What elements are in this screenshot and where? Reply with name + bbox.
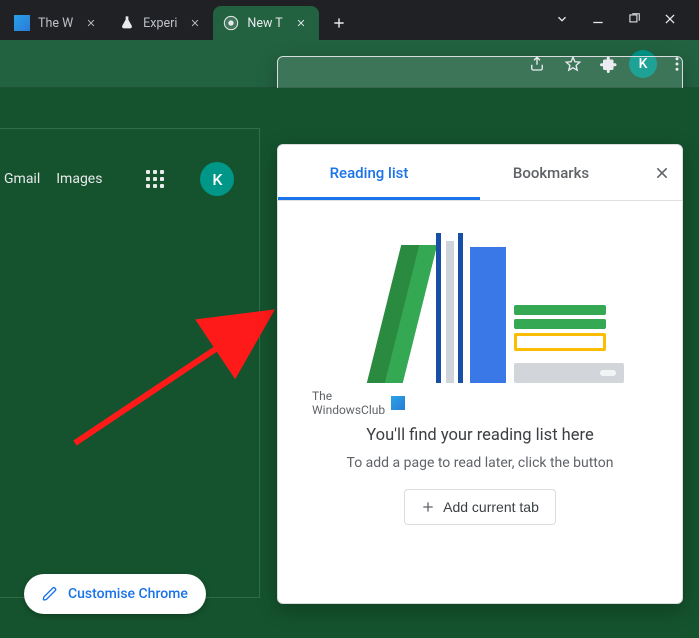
tab-underline — [278, 197, 480, 200]
customise-label: Customise Chrome — [68, 586, 188, 602]
close-icon[interactable] — [83, 15, 99, 31]
reading-list-illustration — [350, 223, 610, 383]
watermark-line2: WindowsClub — [312, 403, 385, 417]
gmail-link[interactable]: Gmail — [0, 167, 44, 191]
pencil-icon — [42, 586, 58, 602]
plus-icon — [421, 500, 435, 514]
avatar-letter: K — [212, 170, 222, 189]
images-link[interactable]: Images — [52, 167, 106, 191]
reading-list-subtext: To add a page to read later, click the b… — [325, 455, 636, 471]
customise-chrome-button[interactable]: Customise Chrome — [24, 574, 206, 614]
side-panel-body: The WindowsClub You'll find your reading… — [278, 201, 682, 603]
tab-strip: The W Experi New T — [0, 0, 699, 40]
side-panel: Reading list Bookmarks — [277, 144, 683, 604]
close-window-icon[interactable] — [663, 11, 677, 30]
window-controls — [537, 0, 699, 40]
browser-tab-1[interactable]: The W — [4, 6, 109, 40]
maximize-icon[interactable] — [627, 11, 641, 30]
apps-grid-icon[interactable] — [146, 170, 164, 188]
close-icon — [654, 165, 670, 181]
side-panel-tabs: Reading list Bookmarks — [278, 145, 682, 201]
tab-reading-list[interactable]: Reading list — [278, 145, 460, 200]
chevron-down-icon[interactable] — [555, 11, 569, 30]
reading-list-headline: You'll find your reading list here — [366, 426, 593, 445]
browser-tab-2[interactable]: Experi — [109, 6, 213, 40]
watermark-icon — [391, 396, 405, 410]
ntp-avatar[interactable]: K — [200, 162, 234, 196]
tab-title: The W — [38, 16, 73, 31]
browser-toolbar: K — [0, 40, 699, 88]
ntp-panel-edge — [0, 128, 260, 598]
tab-label: Bookmarks — [513, 164, 589, 182]
favicon-site1 — [14, 15, 30, 31]
add-current-tab-label: Add current tab — [443, 499, 539, 515]
new-tab-page: Gmail Images K Customise Chrome Reading … — [0, 88, 699, 638]
watermark: The WindowsClub — [312, 389, 405, 418]
close-icon[interactable] — [187, 15, 203, 31]
watermark-line1: The — [312, 389, 385, 403]
close-icon[interactable] — [293, 15, 309, 31]
tab-label: Reading list — [330, 164, 409, 182]
flask-icon — [119, 15, 135, 31]
ntp-top-links: Gmail Images K — [0, 162, 234, 196]
chrome-icon — [223, 15, 239, 31]
new-tab-button[interactable] — [325, 9, 353, 37]
add-current-tab-button[interactable]: Add current tab — [404, 489, 556, 525]
tab-title: Experi — [143, 16, 177, 31]
tab-bookmarks[interactable]: Bookmarks — [460, 145, 642, 200]
browser-tab-3-active[interactable]: New T — [213, 6, 318, 40]
side-panel-close[interactable] — [642, 165, 682, 181]
minimize-icon[interactable] — [591, 11, 605, 30]
tab-title: New T — [247, 16, 282, 31]
